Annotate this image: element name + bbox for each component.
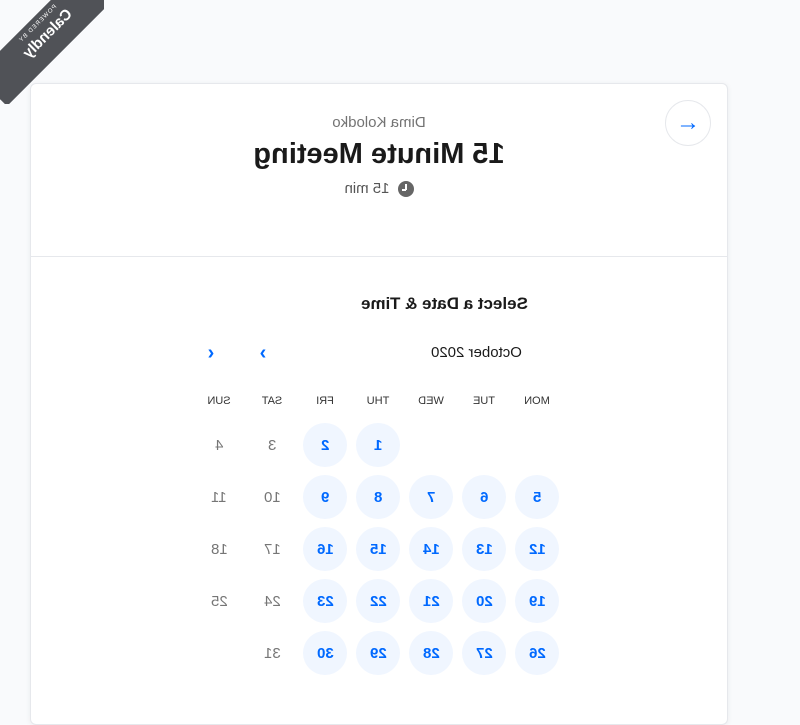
event-duration: 15 min <box>31 180 727 197</box>
day-12[interactable]: 12 <box>515 527 559 571</box>
day-number: 5 <box>532 488 542 506</box>
day-number: 27 <box>475 644 493 662</box>
day-number: 24 <box>263 592 281 610</box>
day-number: 11 <box>211 488 227 506</box>
day-15[interactable]: 15 <box>356 527 400 571</box>
day-25: 25 <box>197 579 241 623</box>
day-number: 26 <box>528 644 546 662</box>
day-5[interactable]: 5 <box>515 475 559 519</box>
arrow-right-icon: → <box>676 109 700 136</box>
day-30[interactable]: 30 <box>303 631 347 675</box>
day-14[interactable]: 14 <box>409 527 453 571</box>
day-27[interactable]: 27 <box>462 631 506 675</box>
day-number: 9 <box>320 488 330 506</box>
day-number: 29 <box>369 644 387 662</box>
weekday-fri: FRI <box>316 395 334 407</box>
day-number: 21 <box>422 592 440 610</box>
day-13[interactable]: 13 <box>462 527 506 571</box>
day-number: 14 <box>422 540 440 558</box>
weekday-thu: THU <box>366 395 390 407</box>
day-7[interactable]: 7 <box>409 475 453 519</box>
day-8[interactable]: 8 <box>356 475 400 519</box>
day-19[interactable]: 19 <box>515 579 559 623</box>
day-11: 11 <box>197 475 241 519</box>
day-17: 17 <box>250 527 294 571</box>
event-header: Dima Kolodko 15 Minute Meeting 15 min → <box>31 84 727 257</box>
day-number: 17 <box>263 540 281 558</box>
day-number: 18 <box>210 540 228 558</box>
day-number: 23 <box>316 592 334 610</box>
day-number: 20 <box>475 592 493 610</box>
event-title: 15 Minute Meeting <box>253 138 505 170</box>
duration-label: 15 min <box>344 180 390 197</box>
day-number: 30 <box>316 644 334 662</box>
day-number: 28 <box>422 644 440 662</box>
day-29[interactable]: 29 <box>356 631 400 675</box>
day-3: 3 <box>250 423 294 467</box>
day-number: 12 <box>528 540 546 558</box>
day-9[interactable]: 9 <box>303 475 347 519</box>
day-10: 10 <box>250 475 294 519</box>
weekday-mon: MON <box>524 395 550 407</box>
clock-icon <box>397 180 414 197</box>
weekday-tue: TUE <box>473 395 495 407</box>
day-23[interactable]: 23 <box>303 579 347 623</box>
day-number: 1 <box>373 436 383 454</box>
day-number: 16 <box>316 540 334 558</box>
day-number: 10 <box>263 488 281 506</box>
day-number: 15 <box>369 540 387 558</box>
day-4: 4 <box>197 423 241 467</box>
chevron-right-icon: › <box>207 341 215 364</box>
day-number: 19 <box>528 592 546 610</box>
day-number: 6 <box>479 488 489 506</box>
day-number: 13 <box>475 540 493 558</box>
day-number: 25 <box>210 592 228 610</box>
booking-card: Dima Kolodko 15 Minute Meeting 15 min → … <box>30 83 728 725</box>
day-24: 24 <box>250 579 294 623</box>
day-number: 22 <box>369 592 387 610</box>
day-number: 8 <box>373 488 383 506</box>
day-number: 2 <box>320 436 330 454</box>
month-label: October 2020 <box>431 344 522 361</box>
previous-month-button[interactable]: ‹ <box>248 338 278 368</box>
chevron-left-icon: ‹ <box>259 341 267 364</box>
day-21[interactable]: 21 <box>409 579 453 623</box>
day-18: 18 <box>197 527 241 571</box>
weekday-wed: WED <box>418 395 444 407</box>
day-2[interactable]: 2 <box>303 423 347 467</box>
day-20[interactable]: 20 <box>462 579 506 623</box>
owner-name: Dima Kolodko <box>332 114 426 131</box>
day-number: 3 <box>267 436 277 454</box>
day-number: 31 <box>263 644 281 662</box>
day-26[interactable]: 26 <box>515 631 559 675</box>
next-month-button[interactable]: › <box>196 338 226 368</box>
day-28[interactable]: 28 <box>409 631 453 675</box>
section-title: Select a Date & Time <box>361 294 528 313</box>
powered-by-badge[interactable]: POWERED BY Calendly <box>0 0 104 104</box>
day-16[interactable]: 16 <box>303 527 347 571</box>
day-31: 31 <box>250 631 294 675</box>
day-number: 4 <box>214 436 224 454</box>
day-1[interactable]: 1 <box>356 423 400 467</box>
weekday-sun: SUN <box>207 395 231 407</box>
next-button[interactable]: → <box>665 100 711 146</box>
weekday-sat: SAT <box>261 395 283 407</box>
day-6[interactable]: 6 <box>462 475 506 519</box>
day-number: 7 <box>426 488 436 506</box>
day-22[interactable]: 22 <box>356 579 400 623</box>
